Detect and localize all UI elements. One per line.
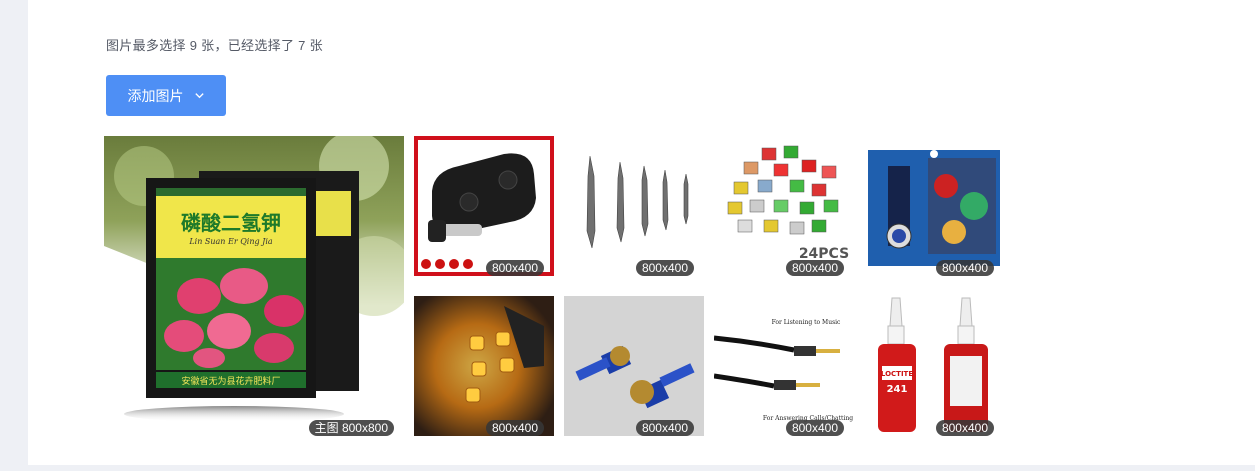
threadlocker-number: 241 [887,384,908,395]
thumbnail-threadlocker[interactable]: LOCTITE 241 800x400 [864,296,1004,436]
image-size-badge: 800x400 [935,420,994,436]
add-image-label: 添加图片 [127,87,184,104]
car-key-image [414,136,554,276]
product-title: 磷酸二氢钾 [181,211,281,235]
fertilizer-package-image: 磷酸二氢钾 Lin Suan Er Qing Jia 安徽省无为县花卉肥料厂 [104,136,404,436]
thumbnail-blue-bolts[interactable]: 800x400 [564,296,704,436]
thumbnail-led-bulb[interactable]: 800x400 [414,296,554,436]
image-size-badge: 800x400 [935,260,994,276]
thumbnail-watch-wallet[interactable]: 800x400 [864,136,1004,276]
audio-cable-image: For Listening to Music For Answering Cal… [714,296,854,436]
thumbnail-blade-fuses[interactable]: 24PCS 800x400 [714,136,854,276]
image-size-badge: 800x400 [485,260,544,276]
product-pinyin: Lin Suan Er Qing Jia [188,237,273,246]
add-image-button[interactable]: 添加图片 [106,75,226,116]
cable-caption-top: For Listening to Music [772,319,841,326]
chevron-down-icon [194,93,204,99]
threadlocker-image: LOCTITE 241 [864,296,1004,436]
amber-led-bulb-image [414,296,554,436]
image-size-badge: 800x400 [785,420,844,436]
image-size-badge: 主图 800x800 [308,420,394,436]
center-drill-bits-image [564,136,704,276]
blue-bolts-image [564,296,704,436]
image-size-badge: 800x400 [635,260,694,276]
thumbnail-center-drills[interactable]: 800x400 [564,136,704,276]
image-size-badge: 800x400 [785,260,844,276]
image-size-badge: 800x400 [485,420,544,436]
image-size-badge: 800x400 [635,420,694,436]
selection-hint: 图片最多选择 9 张，已经选择了 7 张 [106,38,323,53]
product-maker: 安徽省无为县花卉肥料厂 [181,375,280,387]
thumbnail-audio-cable[interactable]: For Listening to Music For Answering Cal… [714,296,854,436]
main-image-thumbnail[interactable]: 磷酸二氢钾 Lin Suan Er Qing Jia 安徽省无为县花卉肥料厂 主… [104,136,404,436]
thumbnail-car-key[interactable]: 800x400 [414,136,554,276]
blade-fuses-image: 24PCS [714,136,854,276]
watch-wallet-set-image [864,136,1004,276]
threadlocker-brand: LOCTITE [881,370,913,378]
